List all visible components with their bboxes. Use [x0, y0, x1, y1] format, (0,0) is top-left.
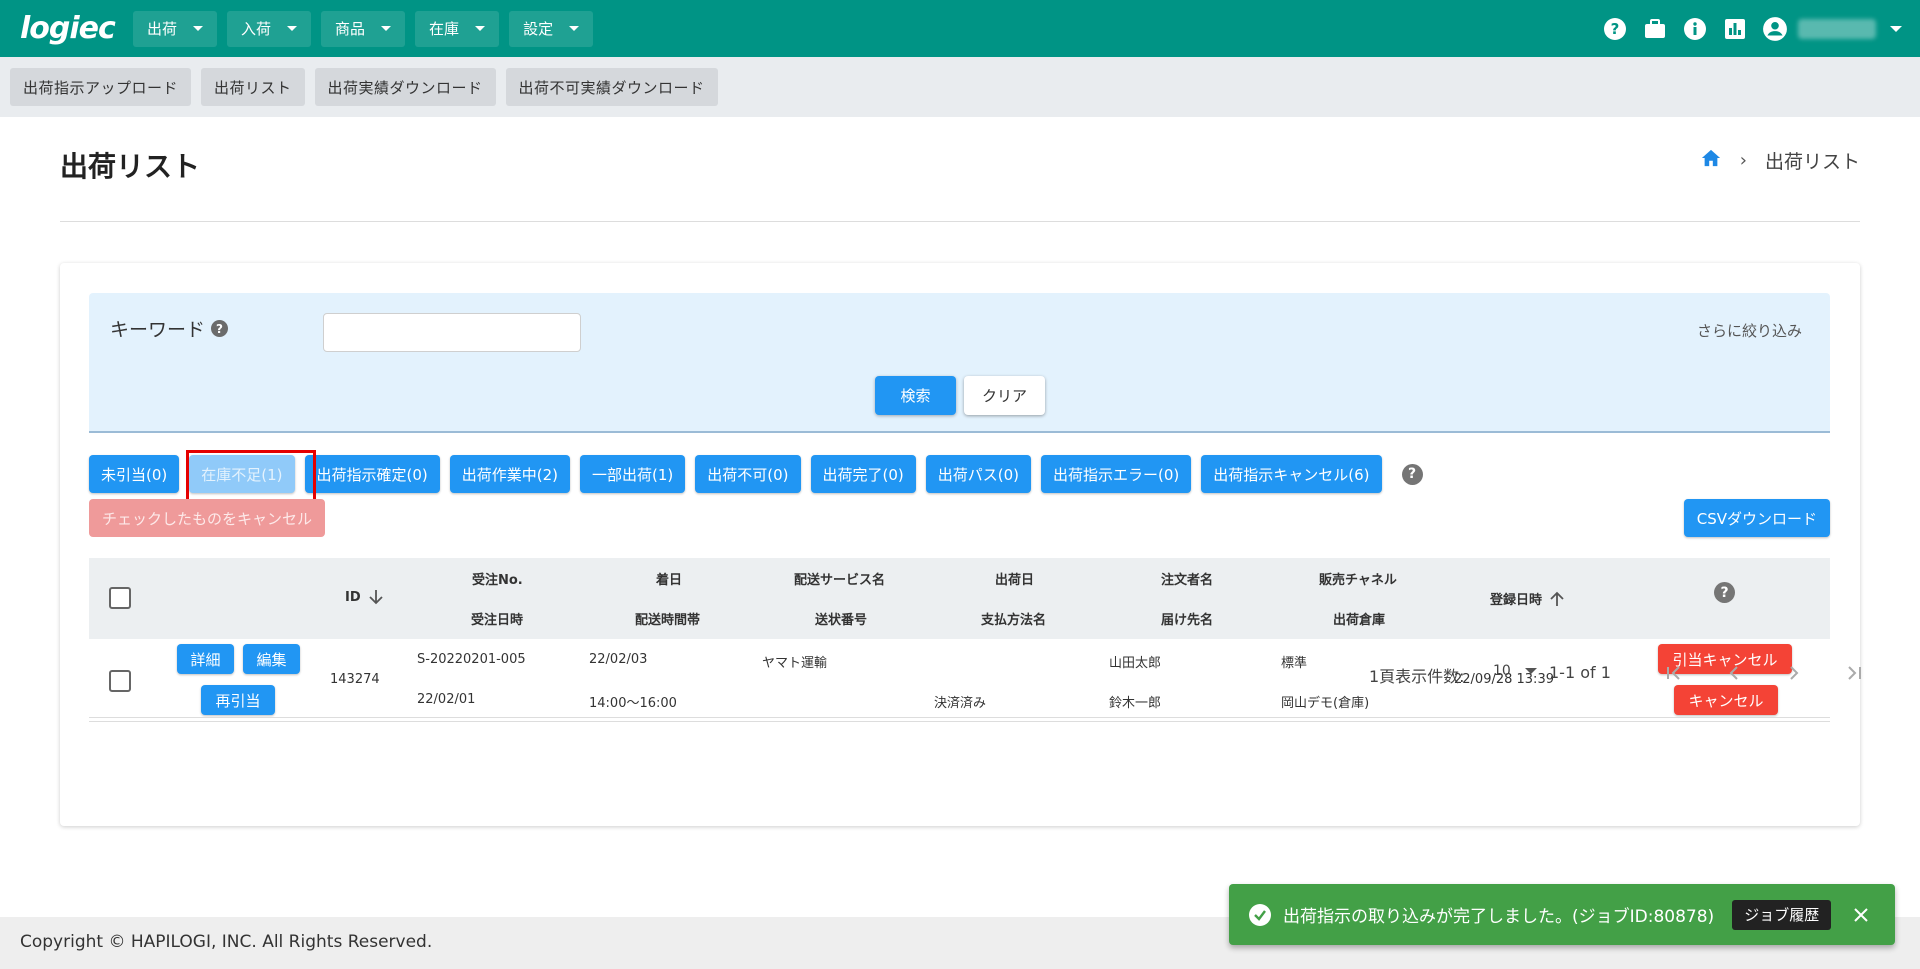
arrow-up-icon: [1550, 591, 1564, 606]
header-recipient-name: 届け先名: [1161, 613, 1214, 628]
header-arrival-date: 着日: [656, 573, 683, 588]
caret-down-icon: [475, 26, 486, 31]
header-orderer-name: 注文者名: [1161, 573, 1214, 588]
header-delivery-time: 配送時間帯: [635, 613, 701, 628]
home-icon[interactable]: [1700, 148, 1722, 173]
check-circle-icon: [1249, 903, 1271, 926]
header-registered-at[interactable]: 登録日時: [1490, 589, 1564, 608]
info-icon[interactable]: [1682, 16, 1708, 42]
header-ship-date: 出荷日: [995, 573, 1035, 588]
bulk-cancel-button[interactable]: チェックしたものをキャンセル: [89, 499, 326, 537]
filter-shipped[interactable]: 出荷完了(0): [810, 455, 916, 493]
top-navbar: logiec 出荷 入荷 商品 在庫 設定 ?: [0, 0, 1920, 57]
help-icon[interactable]: ?: [1401, 463, 1423, 485]
snackbar-message: 出荷指示の取り込みが完了しました。(ジョブID:80878): [1283, 907, 1715, 927]
account-icon[interactable]: [1762, 16, 1788, 42]
filter-instruction-confirmed[interactable]: 出荷指示確定(0): [304, 455, 440, 493]
arrow-down-icon: [369, 590, 383, 605]
page-range: 1-1 of 1: [1549, 663, 1611, 682]
csv-download-button[interactable]: CSVダウンロード: [1683, 499, 1830, 537]
clear-button[interactable]: クリア: [964, 376, 1045, 415]
table-header: ID 受注No. 受注日時 着日 配送時間帯 配送サービス名 送状番号 出荷日 …: [89, 558, 1830, 639]
main-content: 出荷リスト › 出荷リスト キーワード ? さらに絞り込み 検索 クリア 未引当…: [0, 117, 1920, 917]
subnav-shipping-list[interactable]: 出荷リスト: [201, 68, 305, 106]
subnav-shipping-results-download[interactable]: 出荷実績ダウンロード: [314, 68, 496, 106]
subnav-unshippable-download[interactable]: 出荷不可実績ダウンロード: [505, 68, 718, 106]
nav-settings[interactable]: 設定: [509, 10, 594, 47]
header-id[interactable]: ID: [345, 589, 383, 605]
last-page-icon[interactable]: [1842, 661, 1866, 685]
header-payment-method: 支払方法名: [981, 613, 1047, 628]
breadcrumb: › 出荷リスト: [1700, 147, 1860, 174]
caret-down-icon: [569, 26, 580, 31]
select-all-checkbox[interactable]: [109, 587, 131, 609]
prev-page-icon[interactable]: [1722, 661, 1746, 685]
header-tracking-no: 送状番号: [815, 613, 868, 628]
filter-instruction-error[interactable]: 出荷指示エラー(0): [1041, 455, 1192, 493]
nav-shipping[interactable]: 出荷: [133, 10, 218, 47]
main-nav: 出荷 入荷 商品 在庫 設定: [133, 10, 603, 47]
caret-down-icon: [1524, 668, 1537, 674]
sub-navbar: 出荷指示アップロード 出荷リスト 出荷実績ダウンロード 出荷不可実績ダウンロード: [0, 57, 1920, 117]
caret-down-icon: [287, 26, 298, 31]
nav-inventory[interactable]: 在庫: [415, 10, 500, 47]
filter-partial-shipment[interactable]: 一部出荷(1): [580, 455, 686, 493]
keyword-input[interactable]: [323, 313, 581, 352]
search-button[interactable]: 検索: [875, 376, 956, 415]
more-filter-link[interactable]: さらに絞り込み: [1697, 320, 1802, 341]
header-delivery-service: 配送サービス名: [794, 573, 886, 588]
user-menu-caret-icon[interactable]: [1890, 25, 1902, 32]
next-page-icon[interactable]: [1782, 661, 1806, 685]
pagination: 1頁表示件数: 10 1-1 of 1: [89, 641, 1861, 718]
logo[interactable]: logiec: [20, 11, 118, 46]
briefcase-icon[interactable]: [1642, 16, 1668, 42]
filter-instruction-cancel[interactable]: 出荷指示キャンセル(6): [1201, 455, 1382, 493]
close-icon[interactable]: [1851, 905, 1871, 925]
success-snackbar: 出荷指示の取り込みが完了しました。(ジョブID:80878) ジョブ履歴: [1229, 884, 1895, 945]
caret-down-icon: [381, 26, 392, 31]
subnav-shipping-upload[interactable]: 出荷指示アップロード: [10, 68, 192, 106]
help-icon[interactable]: ?: [211, 320, 229, 337]
chart-icon[interactable]: [1722, 16, 1748, 42]
user-name-blurred[interactable]: [1798, 18, 1876, 39]
header-sales-channel: 販売チャネル: [1319, 573, 1397, 588]
filter-pass[interactable]: 出荷パス(0): [925, 455, 1031, 493]
nav-receiving[interactable]: 入荷: [227, 10, 312, 47]
header-order-no: 受注No.: [472, 573, 523, 588]
copyright: Copyright © HAPILOGI, INC. All Rights Re…: [20, 932, 433, 952]
chevron-right-icon: ›: [1739, 150, 1747, 171]
header-order-datetime: 受注日時: [471, 613, 524, 628]
help-icon[interactable]: ?: [1602, 16, 1628, 42]
breadcrumb-current: 出荷リスト: [1764, 151, 1860, 173]
first-page-icon[interactable]: [1662, 661, 1686, 685]
per-page-label: 1頁表示件数:: [1369, 667, 1465, 686]
title-divider: [60, 221, 1860, 222]
page-title: 出荷リスト: [60, 150, 201, 183]
keyword-label: キーワード ?: [110, 315, 229, 342]
help-icon[interactable]: ?: [1714, 582, 1735, 603]
filter-unshippable[interactable]: 出荷不可(0): [695, 455, 801, 493]
topbar-actions: ?: [1588, 0, 1902, 57]
shipping-list-card: キーワード ? さらに絞り込み 検索 クリア 未引当(0) 在庫不足(1) 出荷…: [60, 263, 1861, 826]
search-panel: キーワード ? さらに絞り込み 検索 クリア: [89, 293, 1830, 433]
svg-text:?: ?: [1611, 20, 1620, 38]
filter-unallocated[interactable]: 未引当(0): [89, 455, 180, 493]
nav-products[interactable]: 商品: [321, 10, 406, 47]
filter-in-progress[interactable]: 出荷作業中(2): [449, 455, 570, 493]
per-page-select[interactable]: 10: [1493, 663, 1537, 679]
highlight-box: [186, 450, 316, 505]
header-warehouse: 出荷倉庫: [1333, 613, 1386, 628]
job-history-button[interactable]: ジョブ履歴: [1732, 899, 1832, 930]
caret-down-icon: [193, 26, 204, 31]
